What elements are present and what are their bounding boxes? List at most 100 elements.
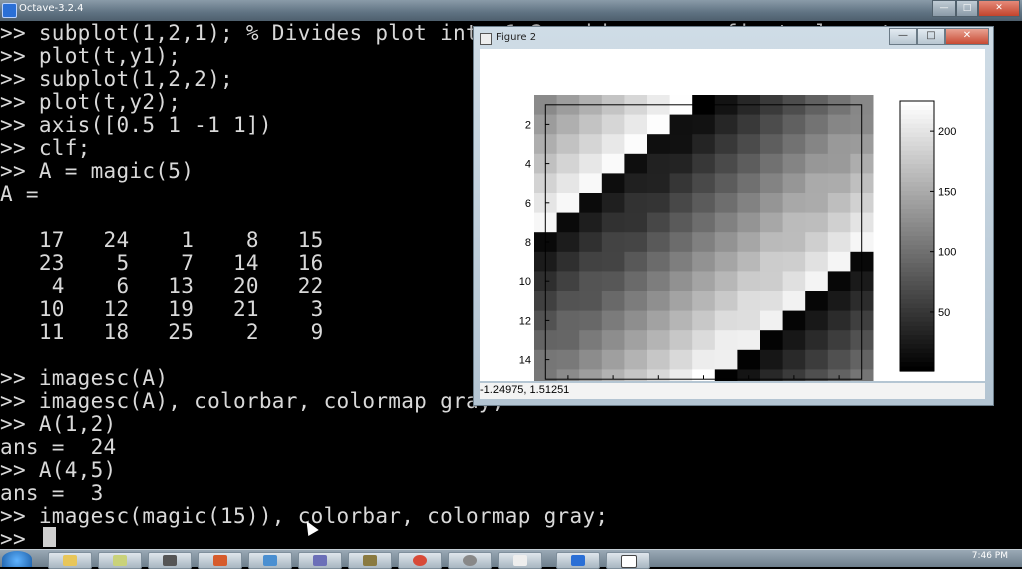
heatmap-cell [737,310,761,331]
heatmap-cell [601,251,625,272]
taskbar-item-explorer[interactable] [48,552,92,569]
heatmap-cell [760,349,784,370]
heatmap-cell [827,232,851,253]
heatmap-cell [805,251,829,272]
taskbar-item-figure[interactable] [606,552,650,569]
taskbar-item-tool[interactable] [348,552,392,569]
heatmap-cell [624,310,648,331]
heatmap-cell [601,291,625,312]
heatmap-cell [601,212,625,233]
colorbar-segment [900,119,934,125]
colorbar-segment [900,249,934,255]
heatmap-cell [760,114,784,135]
heatmap-cell [692,310,716,331]
taskbar-item-chrome[interactable] [398,552,442,569]
heatmap-cell [827,349,851,370]
colorbar-tick-label: 50 [938,307,950,319]
colorbar-segment [900,132,934,138]
close-button[interactable]: ✕ [978,0,1020,17]
colorbar-segment [900,195,934,201]
powerpoint-icon [213,555,227,566]
heatmap-cell [782,134,806,155]
heatmap-cell [669,330,693,351]
heatmap-cell [827,134,851,155]
heatmap-cell [669,193,693,214]
heatmap-cell [624,251,648,272]
heatmap-cell [805,310,829,331]
colorbar-segment [900,344,934,350]
document-icon [513,555,527,566]
heatmap-cell [556,134,580,155]
heatmap-cell [601,271,625,292]
maximize-button[interactable]: □ [956,0,978,17]
figure-title: Figure 2 [496,32,537,43]
colorbar-segment [900,240,934,246]
heatmap-cell [760,232,784,253]
heatmap-cell [782,114,806,135]
heatmap-cell [601,153,625,174]
colorbar-segment [900,308,934,314]
heatmap-cell [827,271,851,292]
heatmap-cell [556,193,580,214]
heatmap-cell [579,271,603,292]
network-icon [263,555,277,566]
taskbar-item-media[interactable] [148,552,192,569]
heatmap-cell [714,330,738,351]
console-line: >> subplot(1,2,2); [0,67,233,91]
colorbar-segment [900,105,934,111]
colorbar-segment [900,299,934,305]
heatmap-cell [579,349,603,370]
minimize-button[interactable]: — [932,0,956,17]
heatmap-cell [714,134,738,155]
heatmap-cell [782,349,806,370]
heatmap-cell [579,193,603,214]
colorbar-segment [900,272,934,278]
taskbar-item-powerpoint[interactable] [198,552,242,569]
colorbar-segment [900,173,934,179]
colorbar-segment [900,101,934,107]
text-cursor [43,527,56,547]
taskbar-item-octave[interactable] [556,552,600,569]
heatmap-cell [692,330,716,351]
figure-minimize-button[interactable]: — [889,28,917,45]
figure-maximize-button[interactable]: □ [917,28,945,45]
heatmap-cell [692,114,716,135]
colorbar-segment [900,168,934,174]
figure-window-controls: — □ ✕ [889,28,989,45]
colorbar-segment [900,128,934,134]
heatmap-cell [647,193,671,214]
taskbar-item-document[interactable] [498,552,542,569]
heatmap-cell [601,349,625,370]
start-button[interactable] [2,551,32,567]
heatmap-cell [669,291,693,312]
heatmap-cell [601,114,625,135]
figure-window[interactable]: Figure 2 — □ ✕ 2468101214246810121450100… [473,26,994,406]
heatmap-plot[interactable]: 2468101214246810121450100150200 [480,49,985,404]
media-icon [163,555,177,566]
figure-close-button[interactable]: ✕ [945,28,989,45]
taskbar-item-network[interactable] [248,552,292,569]
taskbar: 7:46 PM [0,549,1022,569]
colorbar-segment [900,177,934,183]
taskbar-item-search[interactable] [448,552,492,569]
heatmap-cell [669,153,693,174]
heatmap-cell [737,134,761,155]
heatmap-cell [556,349,580,370]
taskbar-item-notes[interactable] [98,552,142,569]
console-line: >> A(4,5) [0,458,117,482]
heatmap-cell [692,193,716,214]
heatmap-cell [714,212,738,233]
heatmap-cell [692,134,716,155]
colorbar-segment [900,245,934,251]
console-line: >> A = magic(5) [0,159,195,183]
colorbar-segment [900,294,934,300]
colorbar-segment [900,218,934,224]
taskbar-item-app[interactable] [298,552,342,569]
heatmap-cell [601,330,625,351]
heatmap-cell [760,153,784,174]
figure-canvas[interactable]: 2468101214246810121450100150200 [480,49,985,404]
heatmap-cell [556,251,580,272]
heatmap-cell [692,173,716,194]
colorbar-segment [900,204,934,210]
heatmap-cell [579,114,603,135]
